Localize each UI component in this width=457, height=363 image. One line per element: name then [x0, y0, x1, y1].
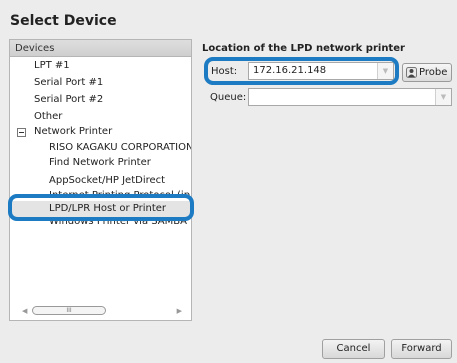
host-highlight-ring: [204, 57, 399, 85]
devices-tree[interactable]: Devices LPT #1 Serial Port #1 Serial Por…: [9, 39, 192, 321]
probe-button[interactable]: Probe: [402, 63, 452, 82]
tree-item-find-network-printer[interactable]: Find Network Printer: [10, 156, 190, 170]
section-title: Location of the LPD network printer: [202, 43, 405, 54]
tree-item-serial1[interactable]: Serial Port #1: [10, 76, 190, 90]
devices-header[interactable]: Devices: [10, 40, 191, 57]
selection-highlight-ring: [8, 194, 194, 221]
select-device-dialog: Select Device Devices LPT #1 Serial Port…: [0, 0, 457, 363]
cancel-button[interactable]: Cancel: [322, 339, 385, 359]
dialog-title: Select Device: [10, 13, 117, 29]
probe-icon: [406, 67, 417, 78]
tree-item-samba[interactable]: Windows Printer via SAMBA: [10, 221, 190, 228]
tree-item-lpt1[interactable]: LPT #1: [10, 59, 190, 73]
queue-combobox[interactable]: ▼: [248, 88, 452, 106]
scroll-thumb[interactable]: III: [32, 306, 106, 315]
tree-group-network-printer[interactable]: Network Printer: [10, 125, 190, 139]
tree-item-appsocket[interactable]: AppSocket/HP JetDirect: [10, 174, 190, 188]
tree-item-other[interactable]: Other: [10, 110, 190, 124]
scroll-left-icon[interactable]: ◀: [22, 307, 27, 315]
queue-label: Queue:: [210, 92, 247, 103]
horizontal-scrollbar[interactable]: ◀ III ▶: [20, 305, 184, 316]
chevron-down-icon[interactable]: ▼: [435, 89, 451, 105]
tree-item-riso[interactable]: RISO KAGAKU CORPORATION: [10, 141, 191, 155]
probe-label: Probe: [419, 67, 448, 78]
tree-group-label: Network Printer: [34, 126, 113, 137]
scroll-right-icon[interactable]: ▶: [177, 307, 182, 315]
forward-button[interactable]: Forward: [391, 339, 452, 359]
collapse-icon[interactable]: [17, 128, 26, 137]
tree-item-serial2[interactable]: Serial Port #2: [10, 93, 190, 107]
